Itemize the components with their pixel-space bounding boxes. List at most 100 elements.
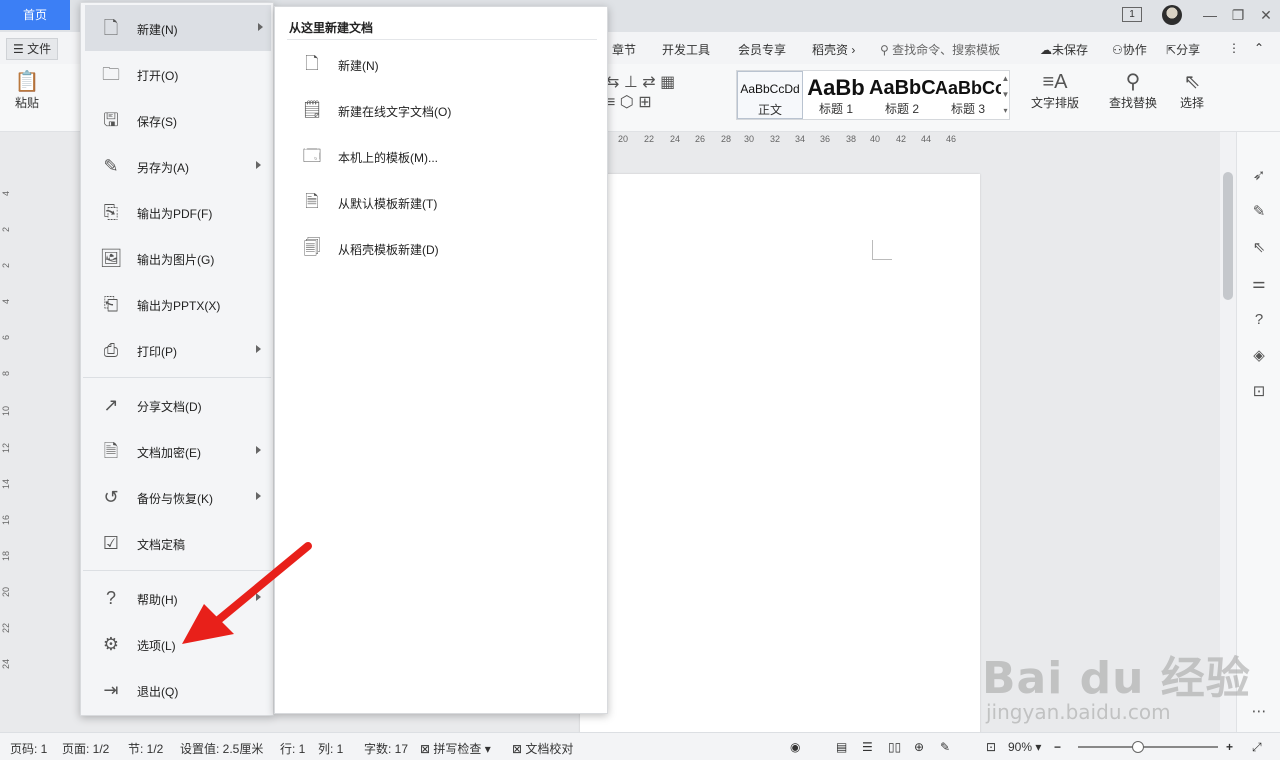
menu-item-encrypt[interactable]: 🗎 文档加密(E)	[81, 428, 273, 474]
ruler-tick: 34	[795, 134, 806, 144]
outline-view-icon[interactable]: ☰	[862, 740, 873, 754]
zoom-out-icon[interactable]: −	[1054, 740, 1061, 754]
menu-item-print[interactable]: ⎙ 打印(P)	[81, 327, 273, 373]
menu-item-export-image[interactable]: 🖼 输出为图片(G)	[81, 235, 273, 281]
ruler-tick: 44	[921, 134, 932, 144]
status-setting[interactable]: 设置值: 2.5厘米	[180, 740, 263, 757]
style-gallery-scroll[interactable]: ▲ ▼ ▾	[1001, 71, 1010, 119]
pen-icon[interactable]: ✎	[1249, 202, 1269, 222]
menu-item-label: 分享文档(D)	[137, 400, 202, 414]
eye-icon[interactable]: ◉	[790, 740, 800, 754]
paste-button[interactable]: 📋 粘贴	[10, 70, 44, 111]
menu-item-backup[interactable]: ↺ 备份与恢复(K)	[81, 474, 273, 520]
menu-item-exit[interactable]: ⇥ 退出(Q)	[81, 667, 273, 713]
submenu-item-online[interactable]: 🗒 新建在线文字文档(O)	[275, 87, 607, 133]
page-view-icon[interactable]: ▤	[836, 740, 847, 754]
ruler-tick: 24	[1, 658, 11, 669]
text-layout-button[interactable]: ≡A 文字排版	[1026, 70, 1084, 111]
avatar[interactable]	[1162, 5, 1182, 25]
ruler-tick: 6	[1, 334, 11, 340]
style-sample: AaBbCc	[935, 78, 1001, 98]
status-page-no[interactable]: 页码: 1	[10, 740, 47, 757]
submenu-item-local-template[interactable]: 🗔 本机上的模板(M)...	[275, 133, 607, 179]
docer-template-icon: 🗐	[303, 238, 321, 257]
home-tab[interactable]: 首页	[0, 0, 70, 30]
web-view-icon[interactable]: ⊕	[914, 740, 924, 754]
proofread-label: 文档校对	[525, 742, 574, 756]
more-menu-icon[interactable]: ⋮	[1228, 41, 1240, 55]
default-template-icon: 🗎	[305, 192, 319, 211]
write-view-icon[interactable]: ✎	[940, 740, 950, 754]
collapse-ribbon-icon[interactable]: ⌃	[1254, 41, 1264, 55]
fullscreen-icon[interactable]: ⤢	[1252, 740, 1262, 755]
collab-icon: ⚇	[1112, 43, 1123, 57]
more-icon[interactable]: ⋯	[1249, 702, 1269, 722]
submenu-item-docer-template[interactable]: 🗐 从稻壳模板新建(D)	[275, 225, 607, 271]
menu-item-share[interactable]: ↗ 分享文档(D)	[81, 382, 273, 428]
zoom-level[interactable]: 90% ▾	[1008, 740, 1041, 754]
style-normal[interactable]: AaBbCcDd 正文	[737, 71, 803, 119]
tab-developer[interactable]: 开发工具	[662, 41, 710, 58]
scrollbar-thumb[interactable]	[1223, 172, 1233, 300]
new-doc-icon: 🗋	[103, 18, 119, 38]
submenu-item-label: 从默认模板新建(T)	[338, 197, 438, 211]
command-search-placeholder: 查找命令、搜索模板	[892, 43, 1001, 57]
backup-cloud-icon[interactable]: ⊡	[1249, 382, 1269, 402]
submenu-arrow-icon	[256, 345, 261, 353]
watermark-logo-text: Bai du 经验	[982, 653, 1251, 704]
tab-member[interactable]: 会员专享	[738, 41, 786, 58]
status-words[interactable]: 字数: 17	[364, 740, 408, 757]
share-button[interactable]: ⇱分享	[1166, 41, 1200, 58]
file-menu-button[interactable]: ☰ 文件	[6, 38, 59, 60]
collab-button[interactable]: ⚇协作	[1112, 41, 1147, 58]
gear-icon: ⚙	[102, 634, 120, 654]
tab-docer[interactable]: 稻壳资 ›	[812, 41, 855, 58]
zoom-slider[interactable]	[1078, 746, 1218, 748]
ruler-tick: 42	[896, 134, 907, 144]
style-heading-3[interactable]: AaBbCc 标题 3	[935, 71, 1001, 119]
menu-item-label: 保存(S)	[137, 115, 177, 129]
printer-icon: ⎙	[103, 340, 119, 360]
style-heading-2[interactable]: AaBbC 标题 2	[869, 71, 935, 119]
adjust-icon[interactable]: ⚌	[1249, 274, 1269, 294]
share-arrow-icon: ⇱	[1166, 43, 1177, 57]
spell-check-button[interactable]: ⊠ 拼写检查 ▾	[420, 740, 491, 757]
chevron-right-icon[interactable]: ›	[848, 43, 855, 57]
find-replace-button[interactable]: ⚲ 查找替换	[1104, 70, 1162, 111]
menu-item-save-as[interactable]: ✎ 另存为(A)	[81, 143, 273, 189]
zoom-slider-knob[interactable]	[1132, 741, 1144, 753]
submenu-item-blank[interactable]: 🗋 新建(N)	[275, 41, 607, 87]
menu-item-save[interactable]: 🖫 保存(S)	[81, 97, 273, 143]
style-gallery: AaBbCcDd 正文 AaBb 标题 1 AaBbC 标题 2 AaBbCc …	[736, 70, 1010, 120]
help-circle-icon[interactable]: ?	[1249, 310, 1269, 330]
style-heading-1[interactable]: AaBb 标题 1	[803, 71, 869, 119]
help-icon: ?	[105, 588, 116, 608]
fit-page-icon[interactable]: ⊡	[986, 740, 996, 754]
menu-item-new[interactable]: 🗋 新建(N)	[85, 5, 271, 51]
proofread-button[interactable]: ⊠ 文档校对	[512, 740, 573, 757]
menu-divider	[83, 377, 271, 378]
page-indicator-icon[interactable]: 1	[1122, 7, 1142, 22]
ai-icon[interactable]: ◈	[1249, 346, 1269, 366]
close-icon[interactable]: ✕	[1250, 0, 1280, 30]
reading-view-icon[interactable]: ▯▯	[888, 740, 901, 754]
command-search[interactable]: ⚲ 查找命令、搜索模板	[880, 41, 1000, 58]
unsaved-button[interactable]: ☁未保存	[1040, 41, 1088, 58]
rocket-icon[interactable]: ➶	[1249, 166, 1269, 186]
pointer-icon[interactable]: ⇖	[1249, 238, 1269, 258]
menu-item-export-pptx[interactable]: ⎗ 输出为PPTX(X)	[81, 281, 273, 327]
submenu-item-default-template[interactable]: 🗎 从默认模板新建(T)	[275, 179, 607, 225]
document-page[interactable]	[580, 174, 980, 734]
local-template-icon: 🗔	[302, 146, 322, 165]
menu-item-export-pdf[interactable]: ⎘ 输出为PDF(F)	[81, 189, 273, 235]
status-section[interactable]: 节: 1/2	[128, 740, 163, 757]
tab-chapter[interactable]: 章节	[612, 41, 636, 58]
paragraph-tools[interactable]: ⇆ ⊥ ⇄ ▦ ≡ ⬡ ⊞	[606, 72, 726, 112]
cloud-icon: ☁	[1040, 43, 1052, 57]
menu-item-open[interactable]: 🗀 打开(O)	[81, 51, 273, 97]
status-pages[interactable]: 页面: 1/2	[62, 740, 109, 757]
status-col: 列: 1	[318, 742, 344, 756]
select-button[interactable]: ⇖ 选择	[1172, 70, 1212, 111]
ruler-tick: 36	[820, 134, 831, 144]
zoom-in-icon[interactable]: +	[1226, 740, 1233, 754]
